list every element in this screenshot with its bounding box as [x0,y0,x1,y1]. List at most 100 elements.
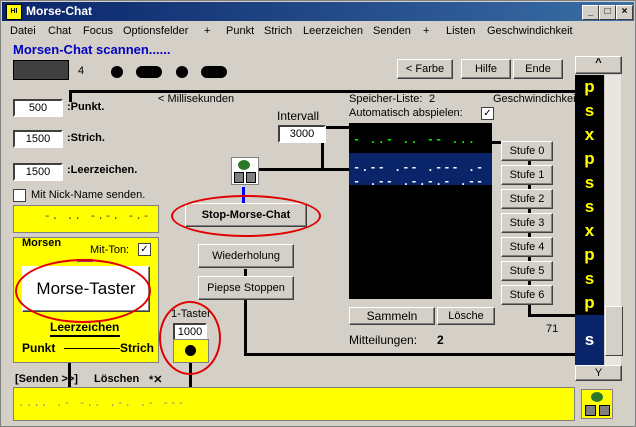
computer-icon [246,172,256,183]
computer-icon [234,172,244,183]
strich-text: Strich [120,341,155,355]
scroll-down-button[interactable]: Y [575,365,622,381]
letter-item[interactable]: p [575,147,604,171]
letter-item[interactable]: p [575,75,604,99]
highlight-ring [15,259,151,323]
morse-dot [111,66,123,78]
sammeln-button[interactable]: Sammeln [349,307,435,325]
letter-item[interactable]: s [575,171,604,195]
millisekunden-label: < Millisekunden [158,93,235,105]
divider [50,335,120,337]
intervall-label: Intervall [277,109,320,123]
auto-play-checkbox[interactable]: ✓ [481,107,494,120]
menu-plus-1[interactable]: + [204,25,210,37]
scroll-count: 71 [546,323,559,335]
letter-item[interactable]: x [575,123,604,147]
computer-icon [599,405,610,416]
menu-senden[interactable]: Senden [373,25,411,37]
letter-list[interactable]: p s x p s s x p s p s [575,75,604,365]
nick-checkbox[interactable] [13,189,26,202]
wiederholung-button[interactable]: Wiederholung [198,244,294,268]
mitteilungen-count: 2 [437,333,444,347]
maximize-button[interactable]: □ [599,5,616,20]
globe-icon [591,392,603,402]
nick-morse-text: -. .. -.-. -.- [44,211,151,223]
scrollbar-thumb[interactable] [605,306,623,356]
loeschen-button[interactable]: Löschen [94,373,139,385]
auto-play-label: Automatisch abspielen: [349,107,463,119]
punkt-text: Punkt [22,341,56,355]
window-title: Morse-Chat [26,4,93,18]
connector-line [244,353,575,356]
signal-counter: 4 [78,65,85,77]
signal-indicator [13,60,69,80]
main-window: HI Morse-Chat _ □ × Datei Chat Focus Opt… [0,0,636,427]
menu-strich[interactable]: Strich [264,25,292,37]
ende-button[interactable]: Ende [513,59,563,79]
minimize-button[interactable]: _ [582,5,599,20]
morsen-group-label: Morsen [22,237,62,249]
menu-leerzeichen[interactable]: Leerzeichen [303,25,363,37]
speicher-row-selected[interactable]: -.-- .-- .--- .-- .-- .-.-.- .-- [349,153,492,189]
stufe-2-button[interactable]: Stufe 2 [501,189,553,209]
letter-item[interactable]: x [575,219,604,243]
letter-item-selected[interactable]: s [575,315,604,365]
menu-chat[interactable]: Chat [48,25,71,37]
network-send-icon[interactable] [581,389,613,419]
stufe-4-button[interactable]: Stufe 4 [501,237,553,257]
farbe-button[interactable]: < Farbe [397,59,453,79]
close-button[interactable]: × [616,5,633,20]
leerzeichen-ms-field[interactable]: 1500 [13,163,63,181]
menu-datei[interactable]: Datei [10,25,36,37]
nick-label: Mit Nick-Name senden. [31,189,146,201]
menu-plus-2[interactable]: + [423,25,429,37]
stufe-6-button[interactable]: Stufe 6 [501,285,553,305]
letter-item[interactable]: p [575,243,604,267]
letter-item[interactable]: p [575,291,604,315]
menu-focus[interactable]: Focus [83,25,113,37]
title-bar[interactable]: HI Morse-Chat _ □ × [2,2,634,21]
geschwindichkeit-label: Geschwindichkeit [493,93,579,105]
computer-icon [585,405,596,416]
clear-icon[interactable]: *✕ [149,373,163,386]
mit-ton-label: Mit-Ton: [90,244,130,256]
app-icon: HI [6,4,22,20]
stufe-5-button[interactable]: Stufe 5 [501,261,553,281]
speicher-row-text: -.-- .-- .--- .-- .-- .-.-.- .-- [353,161,485,189]
globe-icon [238,160,250,170]
punkt-label: :Punkt. [67,101,105,113]
mit-ton-checkbox[interactable]: ✓ [138,243,151,256]
loesche-button[interactable]: Lösche [437,307,495,325]
highlight-ring [171,195,321,237]
strich-label: :Strich. [67,132,105,144]
piepse-stoppen-button[interactable]: Piepse Stoppen [198,276,294,300]
scroll-up-button[interactable]: ^ [575,56,622,74]
speicher-list[interactable]: - ..- .. -- ... .. .. . . -.-- .-- .--- … [349,123,492,299]
stufe-1-button[interactable]: Stufe 1 [501,165,553,185]
network-icon[interactable] [231,157,259,185]
morse-dash [201,66,227,78]
hilfe-button[interactable]: Hilfe [461,59,511,79]
stufe-0-button[interactable]: Stufe 0 [501,141,553,161]
connector-line [528,314,575,317]
punkt-ms-field[interactable]: 500 [13,99,63,117]
morse-dot [176,66,188,78]
leerzeichen-label: :Leerzeichen. [67,164,138,176]
menu-listen[interactable]: Listen [446,25,475,37]
letter-item[interactable]: s [575,267,604,291]
mitteilungen-label: Mitteilungen: [349,333,418,347]
strich-ms-field[interactable]: 1500 [13,130,63,148]
menu-punkt[interactable]: Punkt [226,25,254,37]
letter-item[interactable]: s [575,195,604,219]
status-title: Morsen-Chat scannen...... [13,42,171,57]
send-input-text: .... .- -.. .-. .- --- [18,398,186,410]
divider [64,348,120,349]
menu-optionsfelder[interactable]: Optionsfelder [123,25,188,37]
senden-button[interactable]: [Senden >>] [15,373,78,385]
letter-item[interactable]: s [575,99,604,123]
menu-geschwindichkeit[interactable]: Geschwindichkeit [487,25,573,37]
intervall-field[interactable]: 3000 [278,125,326,143]
send-input[interactable]: .... .- -.. .-. .- --- [13,387,575,421]
stufe-3-button[interactable]: Stufe 3 [501,213,553,233]
nick-morse-box[interactable]: -. .. -.-. -.- [13,205,159,233]
